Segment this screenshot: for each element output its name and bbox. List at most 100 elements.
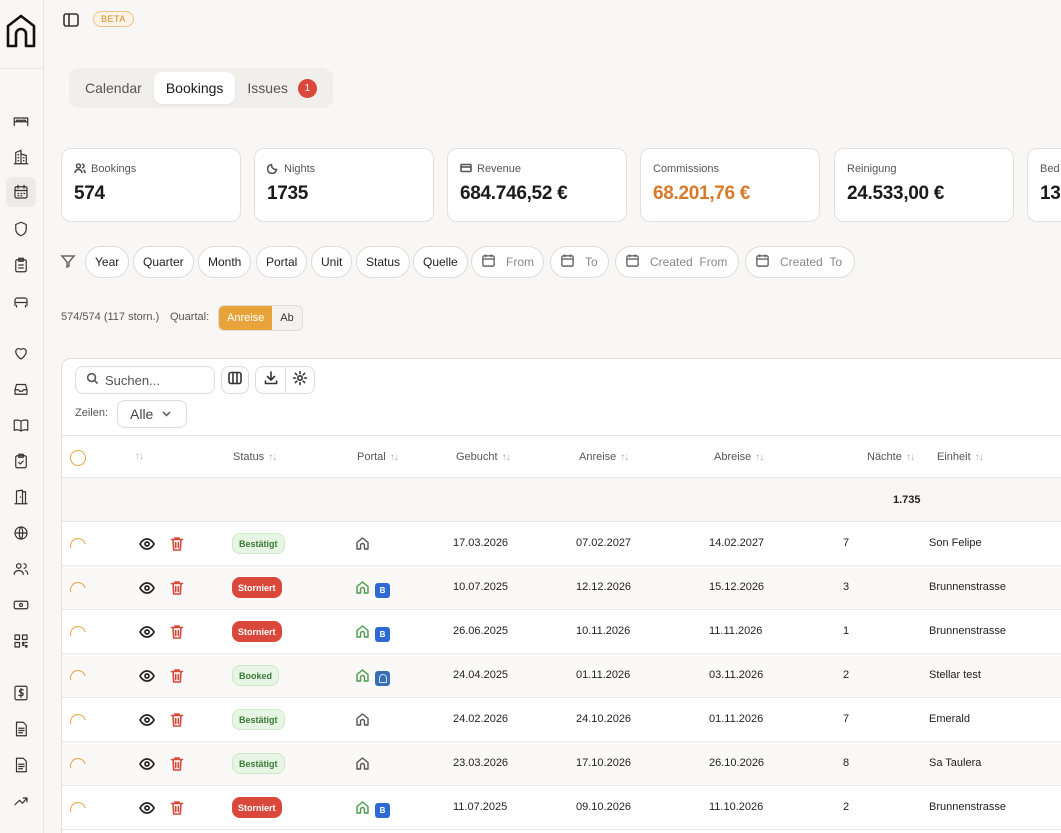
header-anreise[interactable]: Anreise ↑↓ — [579, 451, 629, 463]
tab-calendar[interactable]: Calendar — [73, 72, 154, 104]
tab-label: Bookings — [165, 80, 224, 96]
quartal-anreise-button[interactable]: Anreise — [219, 306, 273, 330]
sidebar-toggle-icon[interactable] — [62, 11, 80, 29]
table-row[interactable]: Booked 24.04.2025 01.11.2026 03.11.2026 2 Ste… — [62, 654, 1061, 698]
header-label: Status — [233, 451, 265, 463]
sidebar-divider — [0, 68, 44, 69]
status-badge: Storniert — [232, 797, 282, 818]
delete-icon[interactable] — [170, 624, 184, 640]
tab-bookings[interactable]: Bookings — [153, 72, 236, 104]
building-icon[interactable] — [10, 146, 32, 168]
heart-icon[interactable] — [10, 342, 32, 364]
view-icon[interactable] — [139, 625, 155, 639]
dollar-icon[interactable] — [10, 682, 32, 704]
header-abreise[interactable]: Abreise ↑↓ — [714, 451, 764, 463]
filter-date-from[interactable]: From — [471, 246, 544, 278]
row-select-checkbox[interactable] — [67, 623, 89, 645]
trending-up-icon[interactable] — [10, 790, 32, 812]
filter-created-to[interactable]: Created To — [745, 246, 855, 278]
filter-unit[interactable]: Unit — [311, 246, 353, 278]
header-label: Einheit — [937, 451, 971, 463]
table-row[interactable]: Storniert B 11.07.2025 09.10.2026 11.10.2026… — [62, 786, 1061, 830]
issues-count-badge: 1 — [297, 78, 317, 98]
select-all-checkbox[interactable] — [70, 450, 86, 466]
columns-button[interactable] — [221, 366, 249, 394]
stat-value: 574 — [74, 183, 105, 204]
people-icon[interactable] — [10, 558, 32, 580]
filter-year[interactable]: Year — [85, 246, 130, 278]
app-logo[interactable] — [4, 12, 38, 50]
filter-portal[interactable]: Portal — [256, 246, 308, 278]
row-select-checkbox[interactable] — [67, 711, 89, 733]
sofa-icon[interactable] — [10, 290, 32, 312]
table-row[interactable]: Bestätigt 24.02.2026 24.10.2026 01.11.2026 7… — [62, 698, 1061, 742]
checklist-icon[interactable] — [10, 450, 32, 472]
view-icon[interactable] — [139, 581, 155, 595]
calendar-icon[interactable] — [6, 177, 36, 207]
columns-icon — [227, 370, 243, 391]
clipboard-icon[interactable] — [10, 254, 32, 276]
naechte-cell: 3 — [843, 581, 850, 593]
globe-icon[interactable] — [10, 522, 32, 544]
filter-date-to[interactable]: To — [550, 246, 609, 278]
quartal-abreise-button[interactable]: Ab — [272, 306, 301, 330]
cash-icon[interactable] — [10, 594, 32, 616]
anreise-cell: 17.10.2026 — [576, 757, 632, 769]
row-select-checkbox[interactable] — [67, 799, 89, 821]
tab-issues[interactable]: Issues 1 — [235, 72, 328, 104]
filter-quarter[interactable]: Quarter — [133, 246, 194, 278]
delete-icon[interactable] — [170, 800, 184, 816]
header-status[interactable]: Status ↑↓ — [233, 451, 277, 463]
sort-icon[interactable]: ↑↓ — [135, 451, 144, 462]
table-row[interactable]: Bestätigt 17.03.2026 07.02.2027 14.02.2027 7… — [62, 522, 1061, 566]
delete-icon[interactable] — [170, 536, 184, 552]
home-portal-icon — [355, 668, 370, 688]
table-row[interactable]: Bestätigt 23.03.2026 17.10.2026 26.10.2026 8… — [62, 742, 1061, 786]
header-naechte[interactable]: Nächte ↑↓ — [867, 451, 915, 463]
stat-value: 68.201,76 € — [653, 183, 751, 204]
delete-icon[interactable] — [170, 712, 184, 728]
gebucht-cell: 26.06.2025 — [453, 625, 509, 637]
qr-code-icon[interactable] — [10, 630, 32, 652]
view-icon[interactable] — [139, 537, 155, 551]
delete-icon[interactable] — [170, 756, 184, 772]
gebucht-cell: 10.07.2025 — [453, 581, 509, 593]
delete-icon[interactable] — [170, 580, 184, 596]
gebucht-cell: 23.03.2026 — [453, 757, 509, 769]
table-row[interactable]: Storniert B 10.07.2025 12.12.2026 15.12.2026… — [62, 566, 1061, 610]
inbox-icon[interactable] — [10, 378, 32, 400]
view-icon[interactable] — [139, 669, 155, 683]
delete-icon[interactable] — [170, 668, 184, 684]
table-row[interactable]: Storniert B 26.06.2025 10.11.2026 11.11.2026… — [62, 610, 1061, 654]
bed-icon[interactable] — [10, 110, 32, 132]
document-icon[interactable] — [10, 718, 32, 740]
filter-status[interactable]: Status — [356, 246, 411, 278]
header-einheit[interactable]: Einheit ↑↓ — [937, 451, 984, 463]
filter-created-from[interactable]: Created From — [615, 246, 739, 278]
portal-icons: B — [355, 580, 390, 600]
shield-icon[interactable] — [10, 218, 32, 240]
door-icon[interactable] — [10, 486, 32, 508]
rows-per-page-select[interactable]: Alle — [117, 400, 187, 428]
download-button[interactable] — [256, 367, 285, 393]
header-portal[interactable]: Portal ↑↓ — [357, 451, 399, 463]
chip-label: Created — [650, 255, 693, 269]
tab-label: Calendar — [85, 80, 142, 96]
filter-month[interactable]: Month — [198, 246, 252, 278]
row-select-checkbox[interactable] — [67, 535, 89, 557]
view-icon[interactable] — [139, 757, 155, 771]
book-icon[interactable] — [10, 414, 32, 436]
view-icon[interactable] — [139, 713, 155, 727]
row-select-checkbox[interactable] — [67, 755, 89, 777]
portal-icons — [355, 756, 370, 776]
stat-card-bookings: Bookings 574 — [61, 148, 241, 222]
search-input[interactable]: Suchen... — [75, 366, 215, 394]
invoice-icon[interactable] — [10, 754, 32, 776]
filter-quelle[interactable]: Quelle — [413, 246, 468, 278]
settings-button[interactable] — [285, 367, 314, 393]
header-gebucht[interactable]: Gebucht ↑↓ — [456, 451, 511, 463]
view-icon[interactable] — [139, 801, 155, 815]
row-select-checkbox[interactable] — [67, 667, 89, 689]
row-select-checkbox[interactable] — [67, 579, 89, 601]
status-badge: Storniert — [232, 621, 282, 642]
